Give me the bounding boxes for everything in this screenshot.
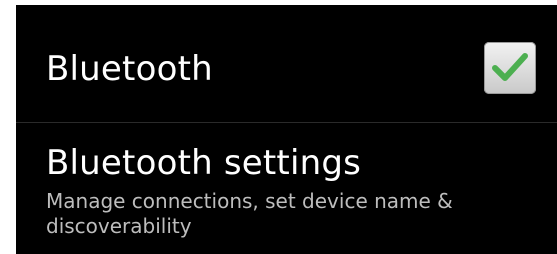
bluetooth-settings-label: Bluetooth settings (46, 143, 362, 183)
checkmark-icon (492, 53, 528, 81)
settings-screen: Bluetooth Bluetooth settings Manage conn… (16, 5, 557, 254)
bluetooth-label: Bluetooth (46, 49, 213, 89)
bluetooth-settings-row[interactable]: Bluetooth settings Manage connections, s… (16, 123, 557, 254)
bluetooth-settings-summary: Manage connections, set device name & di… (46, 189, 453, 238)
bluetooth-toggle-row[interactable]: Bluetooth (16, 5, 557, 122)
bluetooth-checkbox[interactable] (484, 42, 536, 94)
